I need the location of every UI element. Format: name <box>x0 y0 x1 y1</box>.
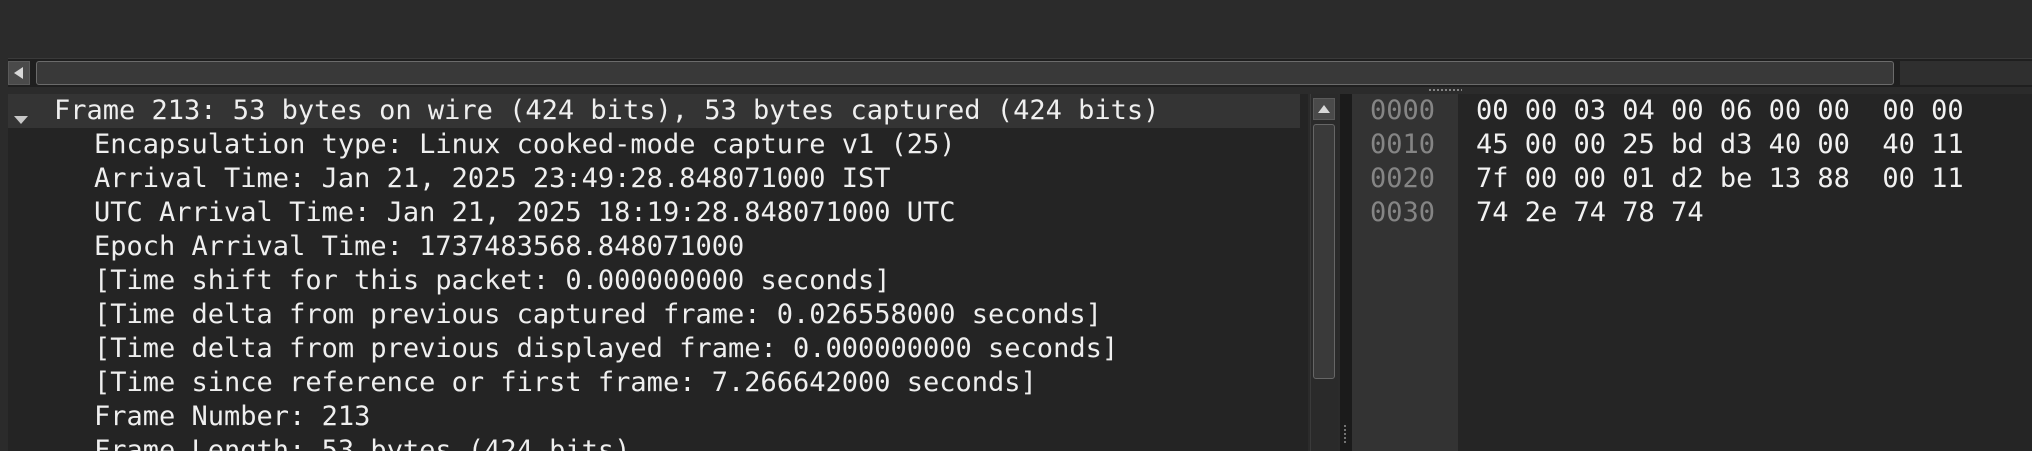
splitter-grip-icon[interactable] <box>1428 88 1462 93</box>
horizontal-scroll-thumb[interactable] <box>36 61 1894 85</box>
packet-bytes-hex[interactable]: 00 00 03 04 00 06 00 00 00 00 45 00 00 2… <box>1458 94 2032 451</box>
bytes-pane-divider[interactable] <box>1340 94 1352 451</box>
tree-row[interactable]: UTC Arrival Time: Jan 21, 2025 18:19:28.… <box>94 196 956 230</box>
tree-row[interactable]: Frame Number: 213 <box>94 400 370 434</box>
tree-row[interactable]: Encapsulation type: Linux cooked-mode ca… <box>94 128 956 162</box>
hex-row[interactable]: 74 2e 74 78 74 <box>1476 196 1704 230</box>
tree-row[interactable]: [Time delta from previous captured frame… <box>94 298 1102 332</box>
bytes-offset-column: 0000 0010 0020 0030 <box>1352 94 1458 451</box>
hex-row[interactable]: 7f 00 00 01 d2 be 13 88 00 11 <box>1476 162 1964 196</box>
offset-label: 0010 <box>1370 129 1436 160</box>
tree-row[interactable]: Arrival Time: Jan 21, 2025 23:49:28.8480… <box>94 162 891 196</box>
tree-row[interactable]: Frame Length: 53 bytes (424 bits) <box>94 434 630 451</box>
tree-row[interactable]: Epoch Arrival Time: 1737483568.848071000 <box>94 230 744 264</box>
hex-row[interactable]: 45 00 00 25 bd d3 40 00 40 11 <box>1476 128 1964 162</box>
offset-label: 0000 <box>1370 95 1436 126</box>
tree-row-frame[interactable]: Frame 213: 53 bytes on wire (424 bits), … <box>8 94 1300 128</box>
scroll-left-arrow-icon[interactable] <box>8 61 30 85</box>
hex-row[interactable]: 00 00 03 04 00 06 00 00 00 00 <box>1476 94 1964 128</box>
horizontal-scroll-track[interactable] <box>1900 61 2032 85</box>
divider-grip-icon[interactable] <box>1343 424 1348 444</box>
tree-row[interactable]: [Time delta from previous displayed fram… <box>94 332 1118 366</box>
offset-label: 0020 <box>1370 163 1436 194</box>
tree-row[interactable]: [Time shift for this packet: 0.000000000… <box>94 264 891 298</box>
details-vertical-scrollbar[interactable] <box>1310 94 1338 451</box>
pane-splitter[interactable] <box>0 87 2032 94</box>
packet-details-tree[interactable]: Frame 213: 53 bytes on wire (424 bits), … <box>8 94 1308 451</box>
expand-arrow-icon[interactable] <box>14 116 28 124</box>
offset-label: 0030 <box>1370 197 1436 228</box>
horizontal-scrollbar[interactable] <box>8 58 2032 88</box>
tree-row[interactable]: [Time since reference or first frame: 7.… <box>94 366 1037 400</box>
vertical-scroll-thumb[interactable] <box>1313 124 1335 379</box>
scroll-up-arrow-icon[interactable] <box>1313 98 1335 120</box>
packet-list-area <box>0 0 2032 58</box>
